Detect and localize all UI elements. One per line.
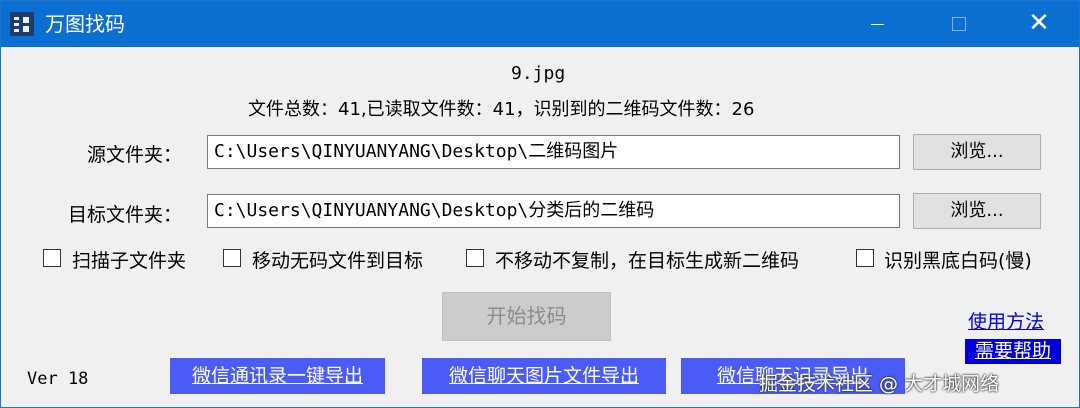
maximize-button[interactable] <box>936 1 982 47</box>
scan-subfolders-label: 扫描子文件夹 <box>72 250 187 272</box>
title-bar[interactable]: 万图找码 ✕ <box>1 1 1079 47</box>
current-filename: 9.jpg <box>511 63 566 84</box>
move-nocode-label: 移动无码文件到目标 <box>252 250 424 272</box>
generate-new-qrcode-checkbox[interactable] <box>466 249 484 267</box>
close-icon: ✕ <box>1028 8 1050 38</box>
help-button[interactable]: 需要帮助 <box>965 339 1061 364</box>
source-browse-button[interactable]: 浏览... <box>913 134 1041 170</box>
start-search-button[interactable]: 开始找码 <box>442 292 611 341</box>
source-folder-label: 源文件夹： <box>87 144 183 166</box>
close-button[interactable]: ✕ <box>1016 1 1062 47</box>
target-folder-label: 目标文件夹： <box>68 204 183 226</box>
detect-inverted-label: 识别黑底白码(慢) <box>884 250 1032 272</box>
app-logo-icon <box>10 12 34 36</box>
watermark-text: 掘金技术社区 @ 大才城网络 <box>759 373 1000 395</box>
source-folder-input[interactable]: C:\Users\QINYUANYANG\Desktop\二维码图片 <box>207 135 900 169</box>
howto-link[interactable]: 使用方法 <box>968 307 1044 334</box>
minimize-icon <box>871 24 884 25</box>
target-browse-button[interactable]: 浏览... <box>913 193 1041 229</box>
version-label: Ver 18 <box>27 369 89 389</box>
generate-new-qrcode-label: 不移动不复制，在目标生成新二维码 <box>495 250 800 272</box>
minimize-button[interactable] <box>854 1 900 47</box>
window-title: 万图找码 <box>45 12 125 36</box>
export-contacts-button[interactable]: 微信通讯录一键导出 <box>170 358 385 394</box>
move-nocode-checkbox[interactable] <box>223 249 241 267</box>
scan-subfolders-checkbox[interactable] <box>43 249 61 267</box>
detect-inverted-checkbox[interactable] <box>856 249 874 267</box>
app-window: 万图找码 ✕ 9.jpg 文件总数：41,已读取文件数：41，识别到的二维码文件… <box>0 0 1080 408</box>
target-folder-input[interactable]: C:\Users\QINYUANYANG\Desktop\分类后的二维码 <box>207 194 900 228</box>
stats-text: 文件总数：41,已读取文件数：41，识别到的二维码文件数：26 <box>248 99 755 120</box>
maximize-icon <box>952 17 966 31</box>
export-chat-images-button[interactable]: 微信聊天图片文件导出 <box>422 358 666 394</box>
